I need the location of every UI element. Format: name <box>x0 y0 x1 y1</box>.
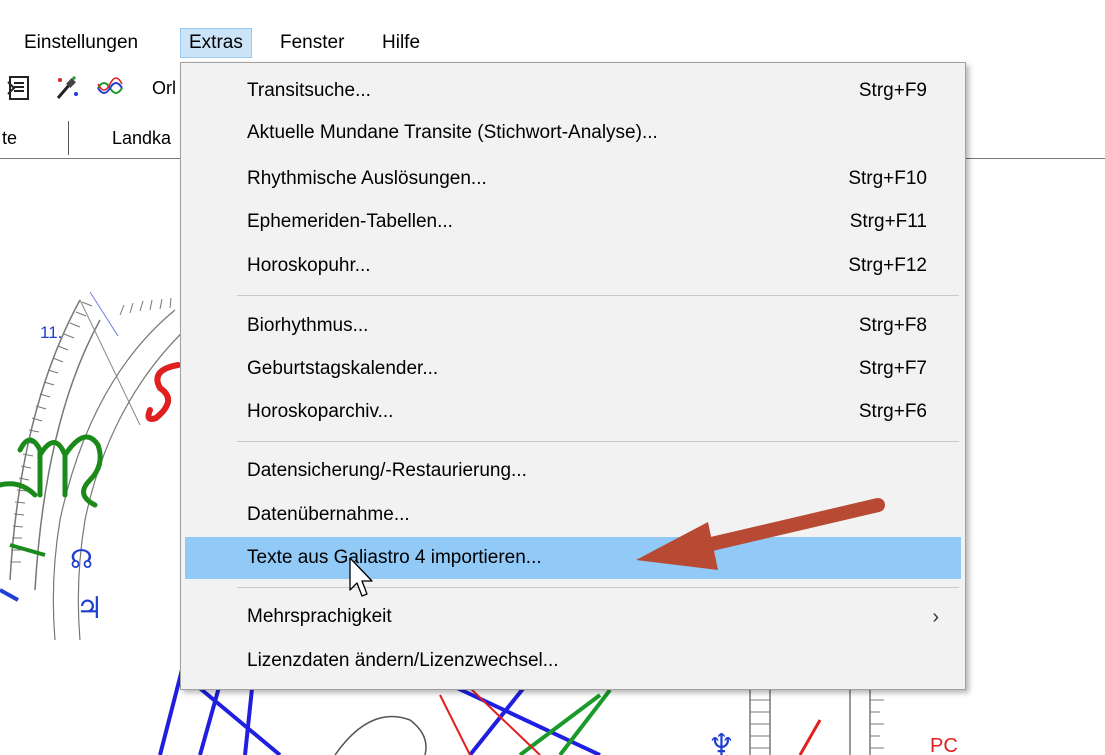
menu-item-label: Rhythmische Auslösungen... <box>247 168 487 189</box>
menu-item-shortcut: Strg+F6 <box>858 401 927 422</box>
tab-landkarte[interactable]: Landka <box>112 117 171 159</box>
toolbar-partial-label[interactable]: Orl <box>152 78 176 98</box>
document-icon[interactable] <box>6 74 34 102</box>
tab-partial-left[interactable]: te <box>2 117 17 159</box>
menu-item-horoskopuhr[interactable]: Horoskopuhr... Strg+F12 <box>185 245 961 287</box>
neptune-icon: ♆ <box>708 728 735 755</box>
menu-item-label: Horoskoparchiv... <box>247 401 394 422</box>
menu-item-label: Geburtstagskalender... <box>247 358 439 379</box>
menu-item-label: Biorhythmus... <box>247 315 369 336</box>
menu-item-label: Mehrsprachigkeit <box>247 606 392 627</box>
menu-item-biorhythmus[interactable]: Biorhythmus... Strg+F8 <box>185 305 961 347</box>
leo-sign-icon <box>145 362 181 422</box>
menu-item-rhythmische-ausloesungen[interactable]: Rhythmische Auslösungen... Strg+F10 <box>185 158 961 200</box>
lunar-node-icon: ☊ <box>70 545 93 575</box>
menu-item-label: Aktuelle Mundane Transite (Stichwort-Ana… <box>247 122 658 143</box>
menu-separator <box>237 441 959 442</box>
menu-item-datenuebernahme[interactable]: Datenübernahme... <box>185 494 961 536</box>
menu-item-shortcut: Strg+F8 <box>858 315 927 336</box>
menu-item-label: Transitsuche... <box>247 80 371 101</box>
menu-item-label: Ephemeriden-Tabellen... <box>247 211 453 232</box>
menu-item-label: Texte aus Galiastro 4 importieren... <box>247 547 542 568</box>
menu-item-lizenzdaten[interactable]: Lizenzdaten ändern/Lizenzwechsel... <box>185 640 961 682</box>
menu-item-texte-importieren[interactable]: Texte aus Galiastro 4 importieren... <box>185 537 961 579</box>
menu-einstellungen[interactable]: Einstellungen <box>16 28 146 58</box>
tab-divider <box>68 121 69 155</box>
menu-hilfe[interactable]: Hilfe <box>374 28 428 58</box>
menu-item-shortcut: Strg+F12 <box>848 255 927 276</box>
extras-dropdown-menu: Transitsuche... Strg+F9 Aktuelle Mundane… <box>180 62 966 690</box>
jupiter-icon: ♃ <box>76 591 103 626</box>
menu-item-label: Datenübernahme... <box>247 504 410 525</box>
menu-item-horoskoparchiv[interactable]: Horoskoparchiv... Strg+F6 <box>185 391 961 433</box>
menu-bar: Einstellungen Extras Fenster Hilfe <box>0 28 1105 58</box>
menu-separator <box>237 587 959 588</box>
menu-item-datensicherung[interactable]: Datensicherung/-Restaurierung... <box>185 450 961 492</box>
wave-icon[interactable] <box>96 74 124 102</box>
menu-item-mehrsprachigkeit[interactable]: Mehrsprachigkeit › <box>185 596 961 638</box>
menu-item-shortcut: Strg+F9 <box>858 80 927 101</box>
menu-item-label: Datensicherung/-Restaurierung... <box>247 460 527 481</box>
pc-label: PC <box>930 735 958 755</box>
menu-separator <box>237 295 959 296</box>
submenu-chevron-icon: › <box>932 606 939 628</box>
menu-item-transitsuche[interactable]: Transitsuche... Strg+F9 <box>185 70 961 112</box>
menu-item-shortcut: Strg+F11 <box>849 211 927 232</box>
menu-item-shortcut: Strg+F10 <box>848 168 927 189</box>
menu-fenster[interactable]: Fenster <box>272 28 352 58</box>
menu-item-ephemeriden-tabellen[interactable]: Ephemeriden-Tabellen... Strg+F11 <box>185 201 961 243</box>
house-number-label: 11. <box>40 323 62 342</box>
menu-extras[interactable]: Extras <box>180 28 252 58</box>
menu-item-label: Horoskopuhr... <box>247 255 371 276</box>
menu-item-geburtstagskalender[interactable]: Geburtstagskalender... Strg+F7 <box>185 348 961 390</box>
menu-item-mundane-transite[interactable]: Aktuelle Mundane Transite (Stichwort-Ana… <box>185 112 961 154</box>
menu-item-label: Lizenzdaten ändern/Lizenzwechsel... <box>247 650 559 671</box>
menu-item-shortcut: Strg+F7 <box>858 358 927 379</box>
wand-icon[interactable] <box>52 74 80 102</box>
